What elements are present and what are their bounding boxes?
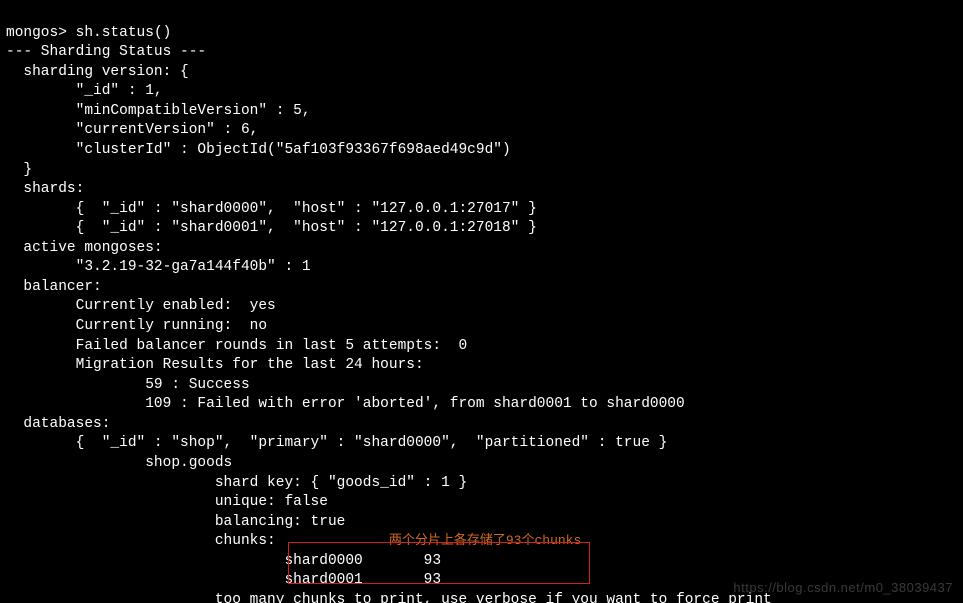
status-header: --- Sharding Status --- xyxy=(6,44,206,60)
active-mongoses-label: active mongoses: xyxy=(6,240,163,256)
balancer-success: 59 : Success xyxy=(6,377,250,393)
prompt-text: mongos> xyxy=(6,25,76,41)
sharding-version-close: } xyxy=(6,162,32,178)
sv-min-compat: "minCompatibleVersion" : 5, xyxy=(6,103,311,119)
annotation-text: 两个分片上各存储了93个chunks xyxy=(389,533,581,548)
balancer-enabled: Currently enabled: yes xyxy=(6,298,276,314)
chunk-shard0001: shard0001 93 xyxy=(6,572,441,588)
balancing-line: balancing: true xyxy=(6,514,345,530)
balancer-failed: Failed balancer rounds in last 5 attempt… xyxy=(6,338,467,354)
db-shop: { "_id" : "shop", "primary" : "shard0000… xyxy=(6,435,667,451)
sv-current: "currentVersion" : 6, xyxy=(6,122,258,138)
too-many-chunks: too many chunks to print, use verbose if… xyxy=(6,592,772,603)
shards-label: shards: xyxy=(6,181,84,197)
shard-entry-1: { "_id" : "shard0001", "host" : "127.0.0… xyxy=(6,220,537,236)
balancer-label: balancer: xyxy=(6,279,102,295)
watermark-text: https://blog.csdn.net/m0_38039437 xyxy=(733,579,953,597)
sharding-version-open: sharding version: { xyxy=(6,64,189,80)
collection-goods: shop.goods xyxy=(6,455,232,471)
chunk-shard0000: shard0000 93 xyxy=(6,553,441,569)
active-mongoses-value: "3.2.19-32-ga7a144f40b" : 1 xyxy=(6,259,311,275)
balancer-running: Currently running: no xyxy=(6,318,267,334)
sv-cluster-id: "clusterId" : ObjectId("5af103f93367f698… xyxy=(6,142,511,158)
balancer-fail-msg: 109 : Failed with error 'aborted', from … xyxy=(6,396,685,412)
sv-id: "_id" : 1, xyxy=(6,83,163,99)
shard-key: shard key: { "goods_id" : 1 } xyxy=(6,475,467,491)
shard-entry-0: { "_id" : "shard0000", "host" : "127.0.0… xyxy=(6,201,537,217)
command-text: sh.status() xyxy=(76,25,172,41)
balancer-migration-header: Migration Results for the last 24 hours: xyxy=(6,357,424,373)
terminal-output[interactable]: mongos> sh.status() --- Sharding Status … xyxy=(0,0,963,603)
chunks-label: chunks: xyxy=(6,533,276,549)
databases-label: databases: xyxy=(6,416,110,432)
unique-line: unique: false xyxy=(6,494,328,510)
